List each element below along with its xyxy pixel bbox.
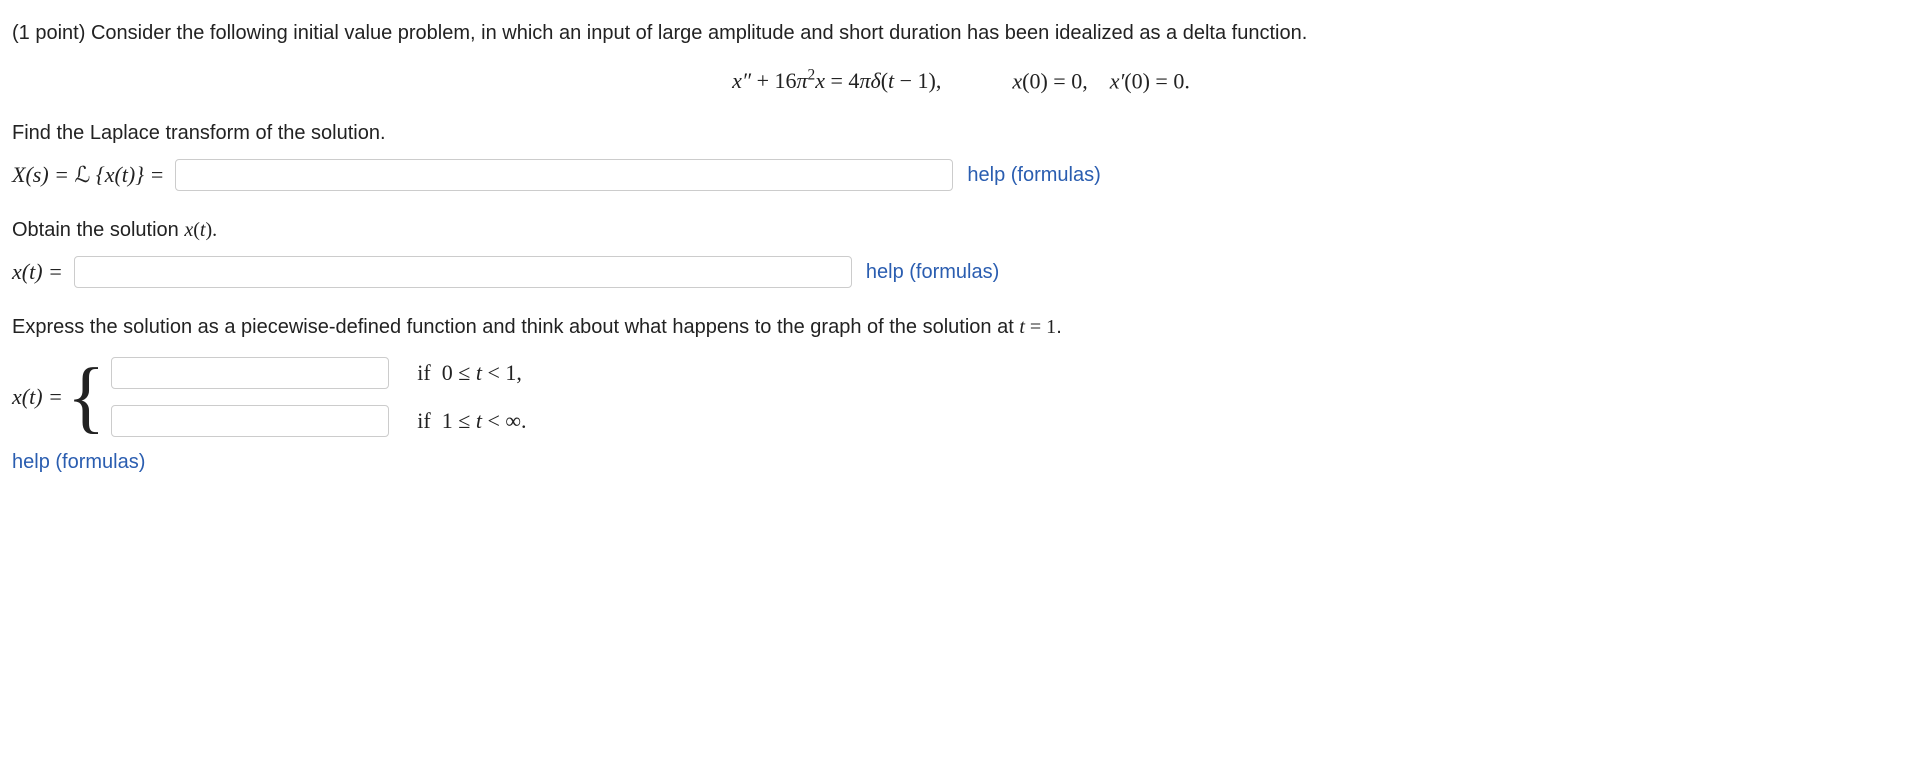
ode-equation: x″ + 16π2x = 4πδ(t − 1), x(0) = 0, x′(0)… (12, 67, 1910, 94)
pw2-input[interactable] (111, 405, 389, 437)
step2-text: Obtain the solution x(t). (12, 219, 1910, 242)
piecewise-block: x(t) = { if 0 ≤ t < 1, if 1 ≤ t < ∞. (12, 357, 1910, 437)
Xs-lhs: X(s) = ℒ {x(t)} = (12, 162, 175, 188)
step3-text: Express the solution as a piecewise-defi… (12, 316, 1910, 339)
help-link-xt[interactable]: help (formulas) (866, 261, 999, 284)
xt-input[interactable] (74, 256, 852, 288)
xt-row: x(t) = help (formulas) (12, 256, 1910, 288)
intro-text: Consider the following initial value pro… (91, 22, 1307, 44)
pw-row-1: if 0 ≤ t < 1, (111, 357, 526, 389)
pw1-cond: if 0 ≤ t < 1, (417, 360, 522, 386)
Xs-input[interactable] (175, 159, 953, 191)
points-label: (1 point) (12, 22, 85, 44)
xt-lhs: x(t) = (12, 259, 74, 285)
pw-lhs: x(t) = (12, 384, 63, 410)
help-link-pw[interactable]: help (formulas) (12, 451, 145, 473)
problem-statement: (1 point) Consider the following initial… (12, 22, 1910, 45)
step1-text: Find the Laplace transform of the soluti… (12, 122, 1910, 145)
pw1-input[interactable] (111, 357, 389, 389)
Xs-row: X(s) = ℒ {x(t)} = help (formulas) (12, 159, 1910, 191)
pw-row-2: if 1 ≤ t < ∞. (111, 405, 526, 437)
pw2-cond: if 1 ≤ t < ∞. (417, 408, 526, 434)
help-link-Xs[interactable]: help (formulas) (967, 164, 1100, 187)
brace-icon: { (67, 357, 105, 437)
